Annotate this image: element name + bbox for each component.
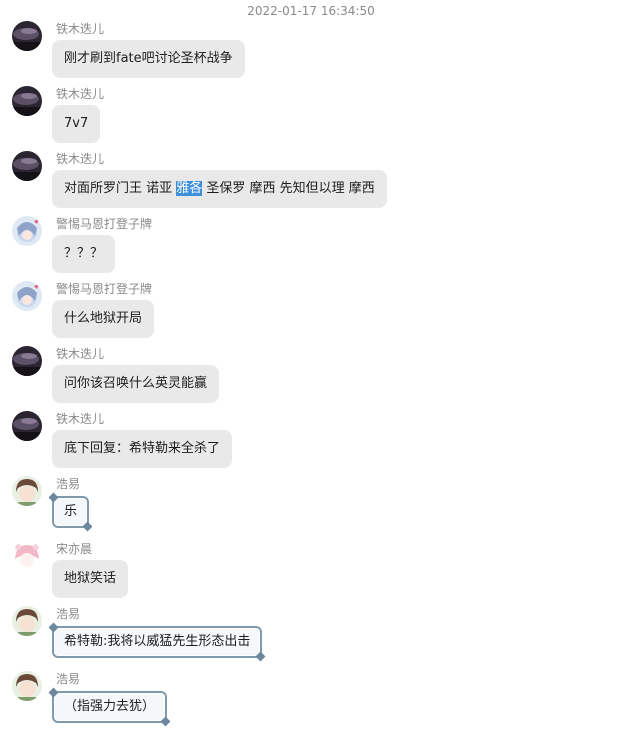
message-bubble[interactable]: （指强力去犹） xyxy=(48,687,171,727)
message-bubble[interactable]: 什么地狱开局 xyxy=(52,300,155,338)
anime-girl-avatar[interactable] xyxy=(12,281,42,311)
bubble-frame-ornament xyxy=(160,716,171,727)
night-sky-avatar[interactable] xyxy=(12,86,42,116)
sender-name: 铁木迭儿 xyxy=(56,347,105,361)
message-bubble[interactable]: 乐 xyxy=(48,492,93,532)
message-bubble[interactable]: 7v7 xyxy=(52,105,101,143)
message-bubble[interactable]: 底下回复：希特勒来全杀了 xyxy=(52,430,233,468)
anime-boy-avatar[interactable] xyxy=(12,671,42,701)
message-bubble[interactable]: 地狱笑话 xyxy=(52,560,129,598)
message-text: （指强力去犹） xyxy=(64,699,156,714)
sender-name: 浩易 xyxy=(56,477,81,491)
sender-name: 铁木迭儿 xyxy=(56,152,105,166)
message-text: 乐 xyxy=(64,504,78,519)
message-item: 浩易 乐 xyxy=(0,476,622,538)
selected-text[interactable]: 雅各 xyxy=(176,181,203,196)
sender-name: 警惕马恩打登子牌 xyxy=(56,282,153,296)
bubble-frame-ornament xyxy=(48,687,59,698)
message-item: 铁木迭儿 刚才刷到fate吧讨论圣杯战争 xyxy=(0,21,622,83)
night-sky-avatar[interactable] xyxy=(12,411,42,441)
night-sky-avatar[interactable] xyxy=(12,151,42,181)
message-item: 铁木迭儿 底下回复：希特勒来全杀了 xyxy=(0,411,622,473)
message-bubble[interactable]: 问你该召唤什么英灵能赢 xyxy=(52,365,220,403)
sender-name: 铁木迭儿 xyxy=(56,22,105,36)
night-sky-avatar[interactable] xyxy=(12,346,42,376)
sender-name: 浩易 xyxy=(56,672,81,686)
bubble-frame-ornament xyxy=(255,651,266,662)
anime-boy-avatar[interactable] xyxy=(12,606,42,636)
message-text: 对面所罗门王 诺亚 xyxy=(64,181,177,196)
message-bubble[interactable]: 对面所罗门王 诺亚 雅各 圣保罗 摩西 先知但以理 摩西 xyxy=(52,170,387,208)
night-sky-avatar[interactable] xyxy=(12,21,42,51)
message-text: 圣保罗 摩西 先知但以理 摩西 xyxy=(202,181,375,196)
message-item: 浩易 希特勒:我将以威猛先生形态出击 xyxy=(0,606,622,668)
sender-name: 铁木迭儿 xyxy=(56,412,105,426)
message-item: 铁木迭儿 对面所罗门王 诺亚 雅各 圣保罗 摩西 先知但以理 摩西 xyxy=(0,151,622,213)
message-item: 铁木迭儿 7v7 xyxy=(0,86,622,148)
message-item: 浩易 （指强力去犹） xyxy=(0,671,622,733)
message-bubble[interactable]: 希特勒:我将以威猛先生形态出击 xyxy=(48,622,266,662)
anime-girl-avatar[interactable] xyxy=(12,216,42,246)
message-bubble[interactable]: ？？？ xyxy=(52,235,116,273)
bubble-frame-ornament xyxy=(82,521,93,532)
message-item: 宋亦晨 地狱笑话 xyxy=(0,541,622,603)
message-item: 警惕马恩打登子牌 ？？？ xyxy=(0,216,622,278)
bubble-frame-ornament xyxy=(48,622,59,633)
sender-name: 警惕马恩打登子牌 xyxy=(56,217,153,231)
sender-name: 浩易 xyxy=(56,607,81,621)
message-item: 警惕马恩打登子牌 什么地狱开局 xyxy=(0,281,622,343)
bubble-frame-ornament xyxy=(48,492,59,503)
message-bubble[interactable]: 刚才刷到fate吧讨论圣杯战争 xyxy=(52,40,245,78)
message-text: 希特勒:我将以威猛先生形态出击 xyxy=(64,634,251,649)
sender-name: 宋亦晨 xyxy=(56,542,93,556)
sender-name: 铁木迭儿 xyxy=(56,87,105,101)
pink-hair-avatar[interactable] xyxy=(12,541,42,571)
message-item: 铁木迭儿 问你该召唤什么英灵能赢 xyxy=(0,346,622,408)
chat-timestamp: 2022-01-17 16:34:50 xyxy=(247,4,375,18)
anime-boy-avatar[interactable] xyxy=(12,476,42,506)
